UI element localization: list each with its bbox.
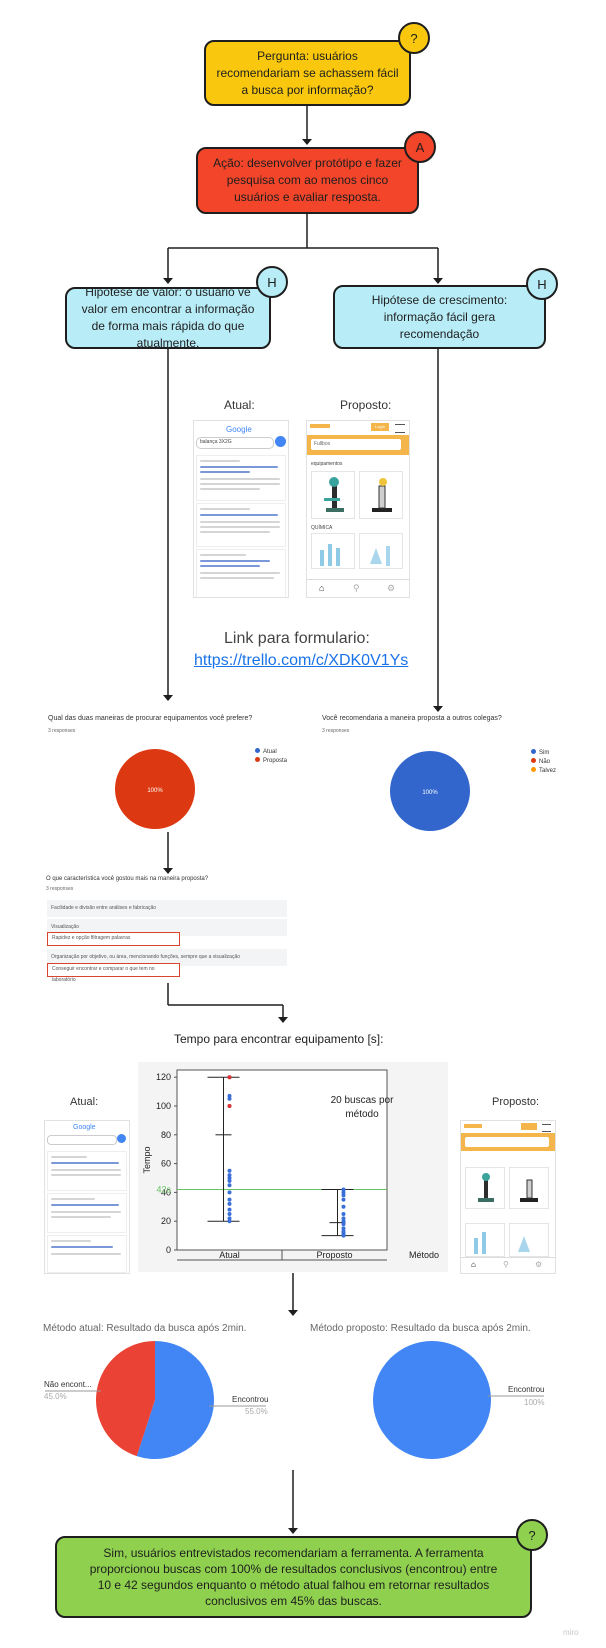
conclusion-text: Sim, usuários entrevistados recomendaria… — [89, 1546, 498, 1608]
pie-right-label-encontrou: Encontrou — [508, 1385, 545, 1394]
miro-watermark: miro — [563, 1628, 579, 1637]
pie-leader-lines — [45, 1390, 544, 1407]
pie-left-label-nao: Não encont... — [44, 1380, 92, 1389]
pie-right-pct-encontrou: 100% — [524, 1398, 545, 1407]
pie-left-pct-nao: 45.0% — [44, 1392, 67, 1401]
conclusion-card[interactable]: Sim, usuários entrevistados recomendaria… — [55, 1536, 532, 1618]
pie-left-label-encontrou: Encontrou — [232, 1395, 269, 1404]
conclusion-badge: ? — [516, 1519, 548, 1551]
pie-left-pct-encontrou: 55.0% — [245, 1407, 268, 1416]
